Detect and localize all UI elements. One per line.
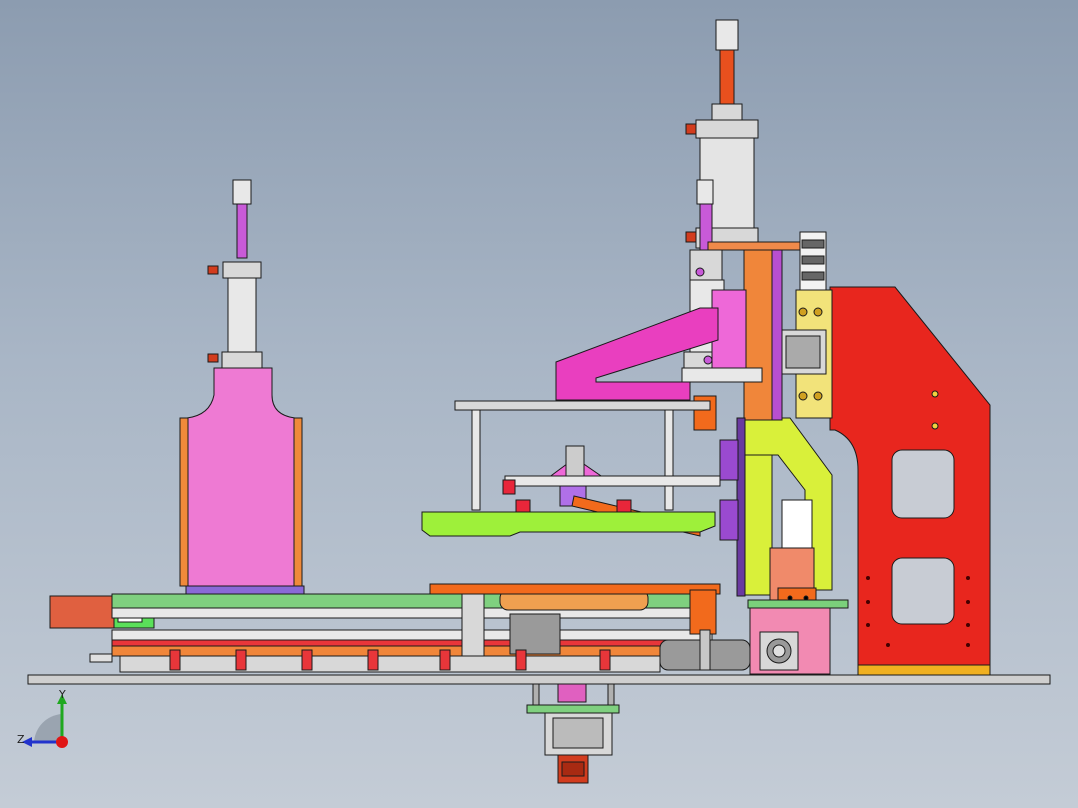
left-stop-pin — [89, 653, 113, 663]
z-axis-label: Z — [17, 733, 25, 746]
x-axis-dot — [56, 736, 68, 748]
main-frame-red — [829, 286, 991, 676]
c-arm-lower-plate — [741, 454, 773, 596]
pink-support-block — [747, 599, 849, 675]
rail-bottom-bar — [111, 645, 733, 657]
rail-lower-bar — [111, 629, 713, 641]
upper-cross-beam — [707, 241, 801, 251]
y-axis-label: Y — [59, 688, 66, 701]
right-upper-cylinder — [685, 19, 759, 249]
machine-assembly-drawing — [27, 19, 1051, 784]
lime-fork-plate — [421, 511, 716, 537]
mounting-plate-yellow — [779, 289, 833, 419]
pink-slide-block — [179, 367, 305, 595]
rail-red-strip — [111, 639, 713, 647]
bottom-cylinder — [526, 683, 620, 784]
vertical-cable-chain — [799, 231, 827, 291]
cad-viewport[interactable]: Y Z — [0, 0, 1078, 808]
bottom-cable-chain — [119, 655, 661, 673]
base-plate — [27, 674, 1051, 685]
left-cylinder — [207, 179, 263, 369]
